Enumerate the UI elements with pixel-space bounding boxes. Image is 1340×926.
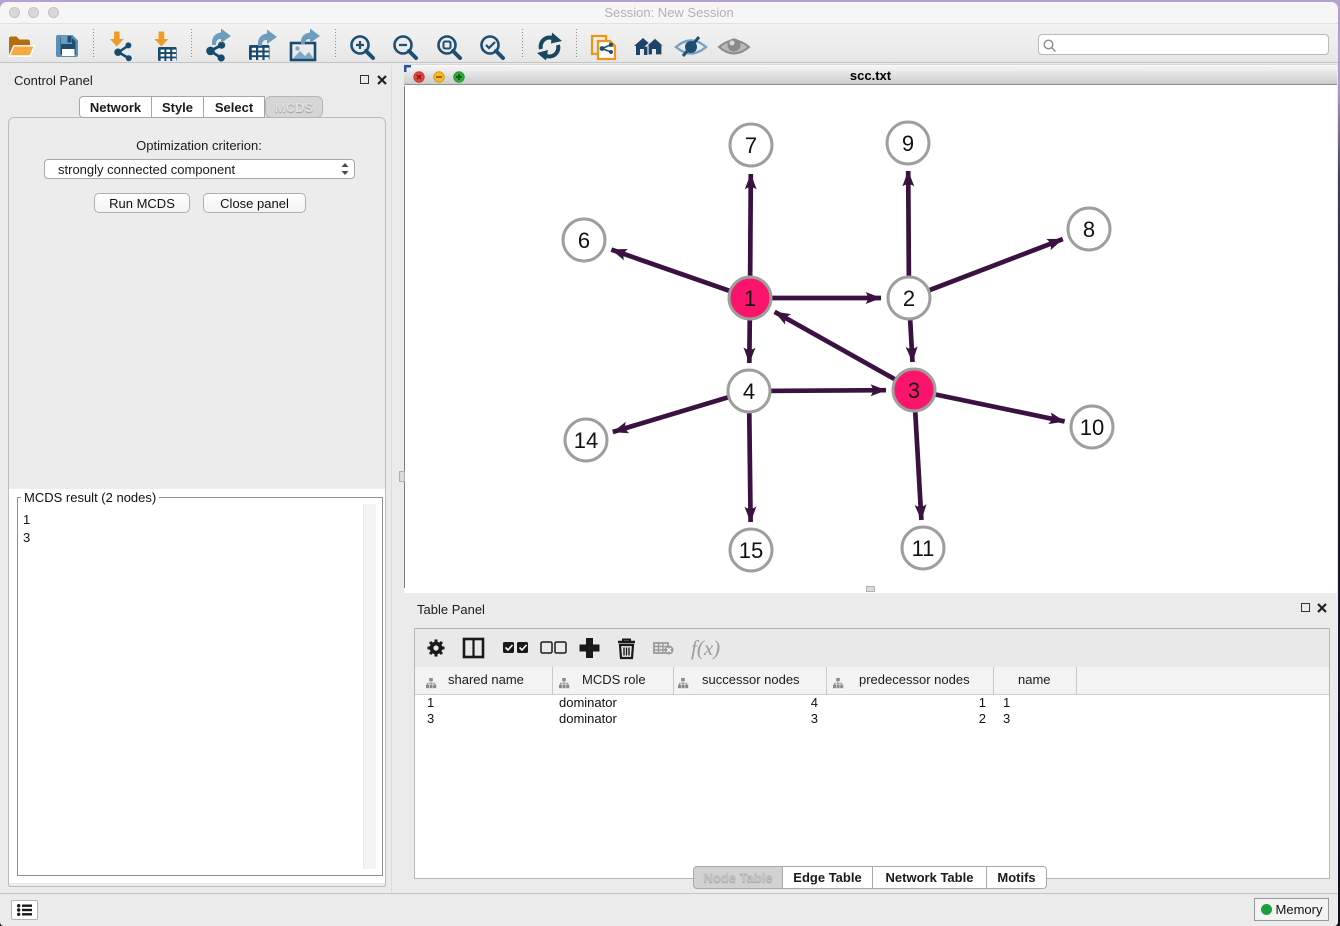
svg-text:10: 10 xyxy=(1080,415,1104,440)
svg-text:7: 7 xyxy=(745,133,757,158)
svg-text:1: 1 xyxy=(744,286,756,311)
svg-text:9: 9 xyxy=(902,131,914,156)
svg-text:6: 6 xyxy=(578,228,590,253)
svg-text:f(x): f(x) xyxy=(691,636,720,660)
svg-text:4: 4 xyxy=(743,379,755,404)
svg-text:11: 11 xyxy=(912,536,935,561)
svg-text:14: 14 xyxy=(574,428,598,453)
svg-text:2: 2 xyxy=(903,286,915,311)
svg-text:15: 15 xyxy=(739,538,763,563)
svg-text:3: 3 xyxy=(908,378,920,403)
svg-text:8: 8 xyxy=(1083,217,1095,242)
